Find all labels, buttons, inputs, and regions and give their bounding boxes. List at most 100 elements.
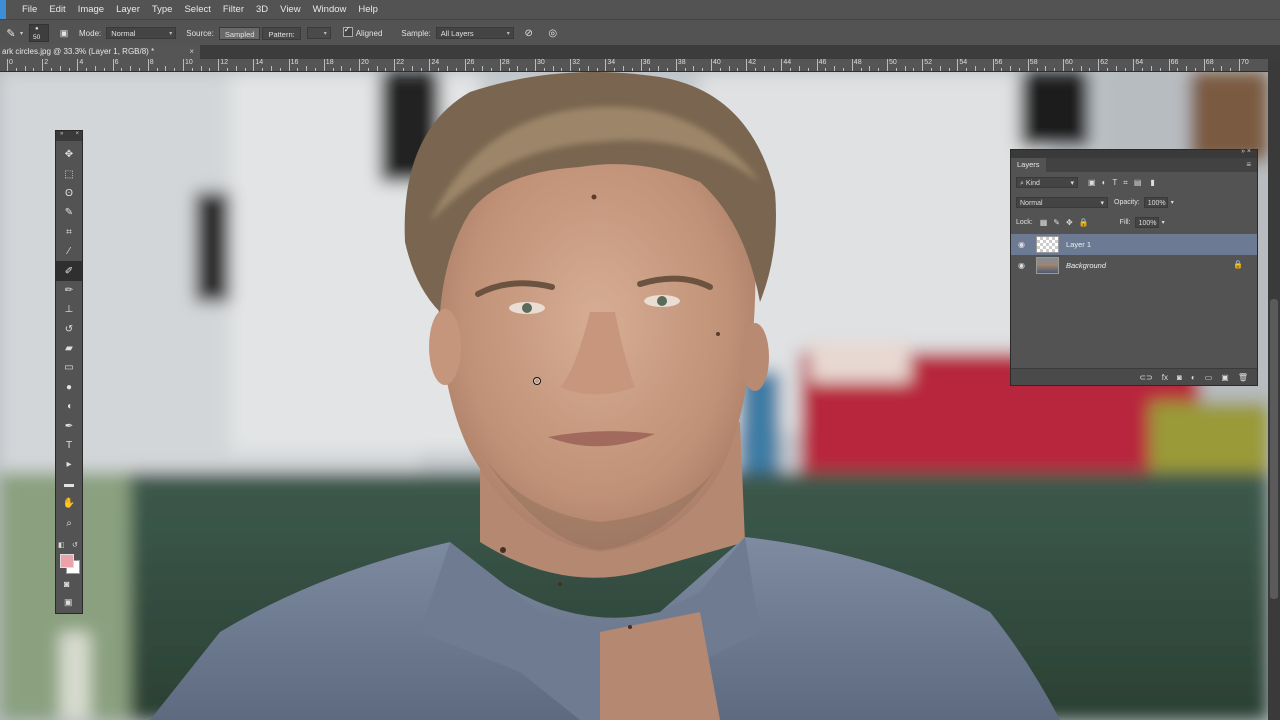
menu-window[interactable]: Window bbox=[307, 0, 353, 19]
menu-edit[interactable]: Edit bbox=[43, 0, 71, 19]
ruler-major-tick bbox=[816, 59, 818, 71]
foreground-color-swatch[interactable] bbox=[60, 554, 74, 568]
sample-select[interactable]: All Layers ▾ bbox=[435, 27, 514, 39]
move-tool-icon[interactable]: ✥ bbox=[56, 145, 82, 164]
clone-stamp-tool-icon[interactable]: ⊥ bbox=[56, 300, 82, 319]
filter-smart-object-icon[interactable]: ▤ bbox=[1134, 178, 1142, 187]
tab-layers[interactable]: Layers bbox=[1011, 158, 1046, 172]
menu-view[interactable]: View bbox=[274, 0, 306, 19]
aligned-checkbox[interactable] bbox=[342, 25, 356, 39]
menu-file[interactable]: File bbox=[16, 0, 43, 19]
menu-help[interactable]: Help bbox=[352, 0, 384, 19]
menu-3d[interactable]: 3D bbox=[250, 0, 274, 19]
menu-filter[interactable]: Filter bbox=[217, 0, 250, 19]
hand-tool-icon[interactable]: ✋ bbox=[56, 494, 82, 513]
lock-transparency-icon[interactable]: ▦ bbox=[1040, 218, 1048, 227]
eyedropper-tool-icon[interactable]: ⁄ bbox=[56, 242, 82, 261]
zoom-tool-icon[interactable]: ⌕ bbox=[56, 513, 82, 532]
swap-colors-icon[interactable]: ↺ bbox=[72, 541, 78, 549]
chevron-down-icon[interactable]: ▾ bbox=[1162, 219, 1165, 226]
rectangle-tool-icon[interactable]: ▬ bbox=[56, 475, 82, 494]
ruler-label: 58 bbox=[1029, 59, 1038, 66]
ruler-minor-tick bbox=[473, 68, 475, 71]
layer-row-layer-1[interactable]: ◉ Layer 1 bbox=[1011, 234, 1257, 255]
mode-select[interactable]: Normal ▾ bbox=[106, 27, 177, 39]
ruler-minor-tick bbox=[271, 66, 272, 71]
new-layer-icon[interactable]: ▣ bbox=[1221, 373, 1229, 382]
pattern-picker[interactable]: ▾ bbox=[306, 27, 331, 39]
fx-icon[interactable]: fx bbox=[1162, 373, 1168, 382]
healing-brush-preset-icon[interactable]: ✎ bbox=[4, 26, 18, 40]
source-pattern-button[interactable]: Pattern: bbox=[262, 26, 301, 40]
lock-pixels-icon[interactable]: ✎ bbox=[1053, 218, 1060, 227]
preset-dropdown-arrow-icon[interactable]: ▾ bbox=[20, 30, 23, 37]
filter-pixel-icon[interactable]: ▣ bbox=[1088, 178, 1096, 187]
history-brush-tool-icon[interactable]: ↺ bbox=[56, 320, 82, 339]
screen-mode-icon[interactable]: ▣ bbox=[64, 597, 73, 608]
close-icon[interactable]: × bbox=[75, 131, 79, 137]
blur-tool-icon[interactable]: ● bbox=[56, 378, 82, 397]
eraser-tool-icon[interactable]: ▰ bbox=[56, 339, 82, 358]
quick-selection-tool-icon[interactable]: ✎ bbox=[56, 203, 82, 222]
adjustment-icon[interactable]: ◐ bbox=[1191, 373, 1196, 382]
healing-brush-tool-icon[interactable]: ✐ bbox=[56, 261, 82, 281]
visibility-eye-icon[interactable]: ◉ bbox=[1018, 240, 1025, 249]
close-icon[interactable]: × bbox=[189, 45, 194, 59]
filter-type-icon[interactable]: T bbox=[1112, 178, 1117, 187]
filter-adjustment-icon[interactable]: ◐ bbox=[1102, 178, 1107, 187]
ignore-adjustment-layers-icon[interactable]: ⊘ bbox=[522, 26, 536, 40]
scrollbar-thumb[interactable] bbox=[1270, 299, 1278, 599]
brush-size-picker[interactable]: ● 50 bbox=[29, 24, 50, 42]
ruler-major-tick bbox=[323, 59, 325, 71]
gradient-tool-icon[interactable]: ▭ bbox=[56, 358, 82, 377]
menu-type[interactable]: Type bbox=[146, 0, 179, 19]
mask-icon[interactable]: ◙ bbox=[1177, 373, 1182, 382]
opacity-input[interactable]: 100% bbox=[1143, 196, 1168, 208]
link-icon[interactable]: ⊂⊃ bbox=[1139, 373, 1152, 382]
collapse-icon[interactable]: » bbox=[60, 131, 63, 137]
folder-icon[interactable]: ▭ bbox=[1205, 373, 1213, 382]
ruler-minor-tick bbox=[561, 68, 563, 71]
menu-select[interactable]: Select bbox=[178, 0, 216, 19]
kind-filter-select[interactable]: ⌕ Kind ▾ bbox=[1016, 177, 1078, 188]
menu-layer[interactable]: Layer bbox=[110, 0, 146, 19]
ruler-minor-tick bbox=[235, 66, 237, 71]
blend-mode-select[interactable]: Normal ▾ bbox=[1016, 196, 1108, 208]
layer-row-background[interactable]: ◉ Background 🔒 bbox=[1011, 255, 1257, 276]
visibility-eye-icon[interactable]: ◉ bbox=[1018, 261, 1025, 270]
fill-input[interactable]: 100% bbox=[1134, 216, 1159, 228]
lock-all-icon[interactable]: 🔒 bbox=[1079, 218, 1089, 227]
pen-tool-icon[interactable]: ✒ bbox=[56, 416, 82, 435]
menu-image[interactable]: Image bbox=[72, 0, 110, 19]
ruler-minor-tick bbox=[59, 66, 61, 71]
layers-panel-header[interactable]: » × bbox=[1011, 148, 1257, 158]
pressure-icon[interactable]: ◎ bbox=[546, 26, 560, 40]
tools-panel-header[interactable]: » × bbox=[56, 131, 82, 141]
brush-panel-toggle-icon[interactable]: ▣ bbox=[57, 26, 71, 40]
vertical-scrollbar[interactable] bbox=[1268, 59, 1280, 720]
collapse-icon[interactable]: » × bbox=[1241, 148, 1251, 155]
default-colors-icon[interactable]: ◧ bbox=[58, 541, 65, 549]
lock-position-icon[interactable]: ✥ bbox=[1066, 218, 1073, 227]
panel-menu-icon[interactable]: ≡ bbox=[1246, 160, 1251, 169]
document-tab[interactable]: ark circles.jpg @ 33.3% (Layer 1, RGB/8)… bbox=[0, 45, 200, 59]
marquee-tool-icon[interactable]: ⬚ bbox=[56, 164, 82, 183]
aligned-label: Aligned bbox=[355, 28, 383, 38]
ruler-minor-tick bbox=[68, 68, 70, 71]
lasso-tool-icon[interactable]: ʘ bbox=[56, 184, 82, 203]
ruler-minor-tick bbox=[596, 68, 598, 71]
type-tool-icon[interactable]: T bbox=[56, 436, 82, 455]
trash-icon[interactable]: 🗑 bbox=[1238, 373, 1248, 382]
quick-mask-icon[interactable]: ◙ bbox=[64, 579, 69, 589]
filter-toggle-icon[interactable]: ▮ bbox=[1150, 178, 1154, 187]
chevron-down-icon: ▾ bbox=[323, 31, 327, 37]
brush-tool-icon[interactable]: ✏ bbox=[56, 281, 82, 300]
ruler-minor-tick bbox=[975, 66, 976, 71]
path-selection-tool-icon[interactable]: ▸ bbox=[56, 455, 82, 474]
filter-shape-icon[interactable]: ⌗ bbox=[1123, 178, 1128, 188]
dodge-tool-icon[interactable]: ◖ bbox=[56, 397, 82, 416]
chevron-down-icon[interactable]: ▾ bbox=[1171, 199, 1174, 206]
ruler-minor-tick bbox=[103, 68, 105, 71]
crop-tool-icon[interactable]: ⌗ bbox=[56, 223, 82, 242]
source-sampled-button[interactable]: Sampled bbox=[218, 26, 261, 40]
